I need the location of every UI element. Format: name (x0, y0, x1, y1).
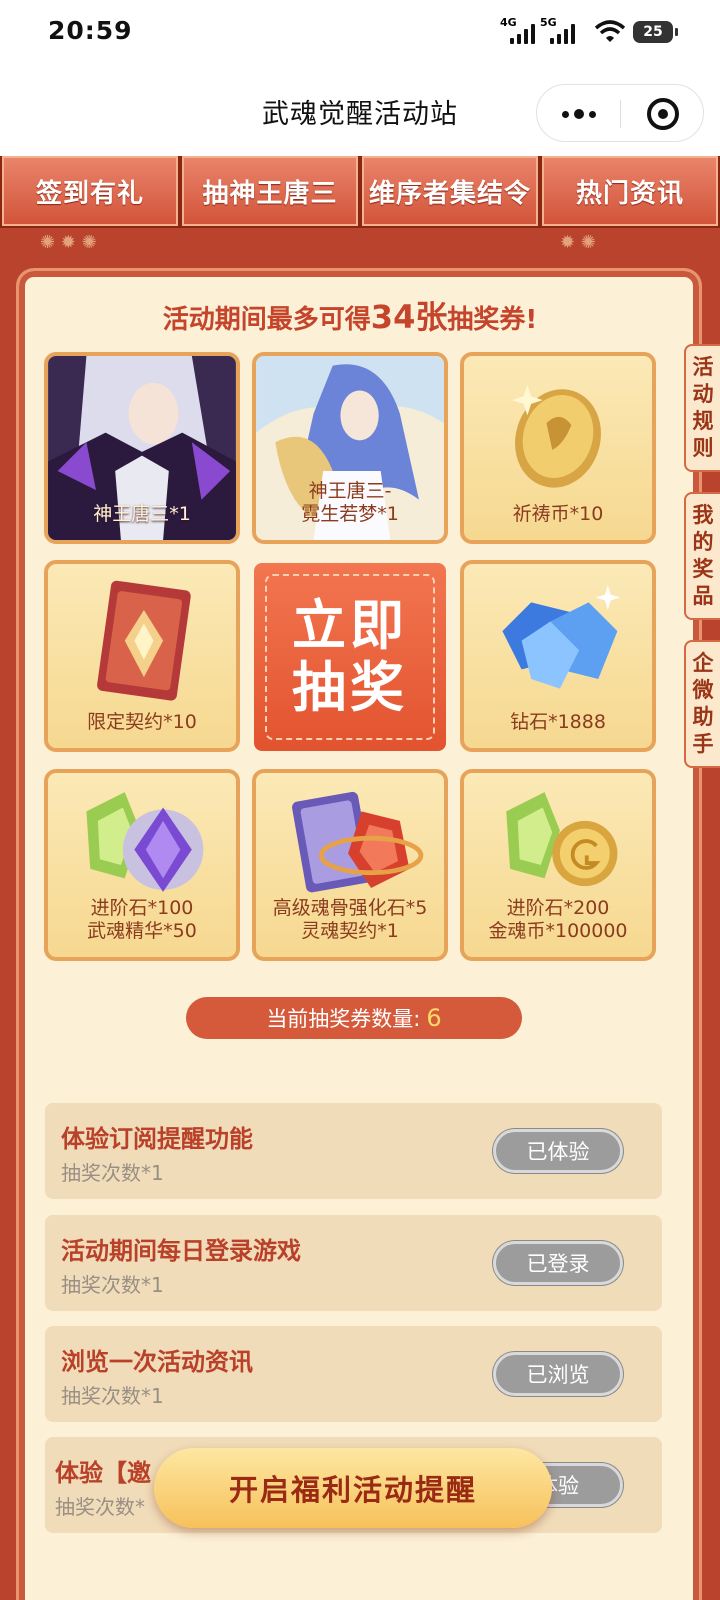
prize-diamond: 钻石*1888 (460, 560, 656, 752)
tab-sign-in[interactable]: 签到有礼 (2, 156, 178, 226)
title-bar: 武魂觉醒活动站 (0, 66, 720, 156)
side-tab-activity-rules[interactable]: 活动规则 (684, 344, 720, 472)
ticket-count: 6 (426, 1004, 442, 1032)
status-bar: 20:59 4G 5G 25 (0, 0, 720, 66)
draw-now-label: 立即 抽奖 (265, 574, 435, 740)
close-miniapp-button[interactable] (621, 85, 705, 143)
prize-gold-soul-coin: 进阶石*200 金魂币*100000 (460, 769, 656, 961)
side-tab-my-prizes[interactable]: 我的奖品 (684, 492, 720, 620)
task-title: 体验【邀 (55, 1459, 151, 1487)
enable-reminder-button[interactable]: 开启福利活动提醒 (154, 1448, 552, 1528)
ticket-label: 当前抽奖券数量: (266, 1007, 421, 1031)
side-tab-wecom-helper[interactable]: 企微助手 (684, 640, 720, 768)
task-item: 体验订阅提醒功能 抽奖次数*1 已体验 (45, 1103, 662, 1199)
prize-label: 进阶石*100 武魂精华*50 (87, 897, 197, 942)
task-reward: 抽奖次数* (55, 1495, 145, 1519)
prize-limited-contract: 限定契约*10 (44, 560, 240, 752)
target-close-icon (647, 98, 679, 130)
prize-label: 祈祷币*10 (512, 503, 604, 525)
ticket-count-pill: 当前抽奖券数量: 6 (186, 997, 522, 1039)
task-done-button[interactable]: 已体验 (493, 1129, 623, 1173)
prize-label: 神王唐三- 霓生若梦*1 (301, 480, 399, 525)
activity-main: 签到有礼 抽神王唐三 维序者集结令 热门资讯 ✺ ✹ ✺ ✹ ✺ 活动期间最多可… (0, 156, 720, 1600)
more-dot-icon (561, 110, 569, 118)
prize-label: 进阶石*200 金魂币*100000 (488, 897, 628, 942)
tab-draw-tangsan[interactable]: 抽神王唐三 (182, 156, 358, 226)
prize-soulbone-stone: 高级魂骨强化石*5 灵魂契约*1 (252, 769, 448, 961)
task-reward: 抽奖次数*1 (61, 1384, 164, 1408)
nav-tabs: 签到有礼 抽神王唐三 维序者集结令 热门资讯 (0, 156, 720, 228)
prize-prayer-coin: 祈祷币*10 (460, 352, 656, 544)
task-title: 浏览一次活动资讯 (61, 1348, 253, 1376)
miniapp-capsule (536, 84, 704, 142)
status-time: 20:59 (48, 16, 133, 45)
tab-hot-news[interactable]: 热门资讯 (542, 156, 718, 226)
prize-label: 钻石*1888 (510, 711, 606, 733)
task-done-button[interactable]: 已浏览 (493, 1352, 623, 1396)
prize-label: 高级魂骨强化石*5 灵魂契约*1 (272, 897, 428, 942)
task-done-button[interactable]: 已登录 (493, 1241, 623, 1285)
battery-icon: 25 (633, 21, 678, 43)
tab-guardian-order[interactable]: 维序者集结令 (362, 156, 538, 226)
prize-label: 限定契约*10 (87, 711, 197, 733)
prize-advance-stone: 进阶石*100 武魂精华*50 (44, 769, 240, 961)
signal-4g-icon: 4G (500, 16, 535, 44)
firework-decoration: ✺ ✹ ✺ (40, 232, 97, 253)
task-title: 活动期间每日登录游戏 (61, 1237, 301, 1265)
more-dot-icon (588, 110, 596, 118)
firework-decoration: ✹ ✺ (560, 232, 596, 253)
signal-5g-icon: 5G (540, 16, 575, 44)
prize-tangsan-skin: 神王唐三- 霓生若梦*1 (252, 352, 448, 544)
headline: 活动期间最多可得34张抽奖券! (162, 298, 538, 336)
task-reward: 抽奖次数*1 (61, 1161, 164, 1185)
task-reward: 抽奖次数*1 (61, 1273, 164, 1297)
wifi-icon (594, 20, 626, 42)
prize-label: 神王唐三*1 (93, 503, 191, 525)
prize-tangsan: 神王唐三*1 (44, 352, 240, 544)
more-dot-icon (573, 109, 584, 119)
task-item: 浏览一次活动资讯 抽奖次数*1 已浏览 (45, 1326, 662, 1422)
more-options-button[interactable] (537, 85, 620, 143)
task-title: 体验订阅提醒功能 (61, 1125, 253, 1153)
task-item: 活动期间每日登录游戏 抽奖次数*1 已登录 (45, 1215, 662, 1311)
draw-now-button[interactable]: 立即 抽奖 (254, 563, 446, 751)
